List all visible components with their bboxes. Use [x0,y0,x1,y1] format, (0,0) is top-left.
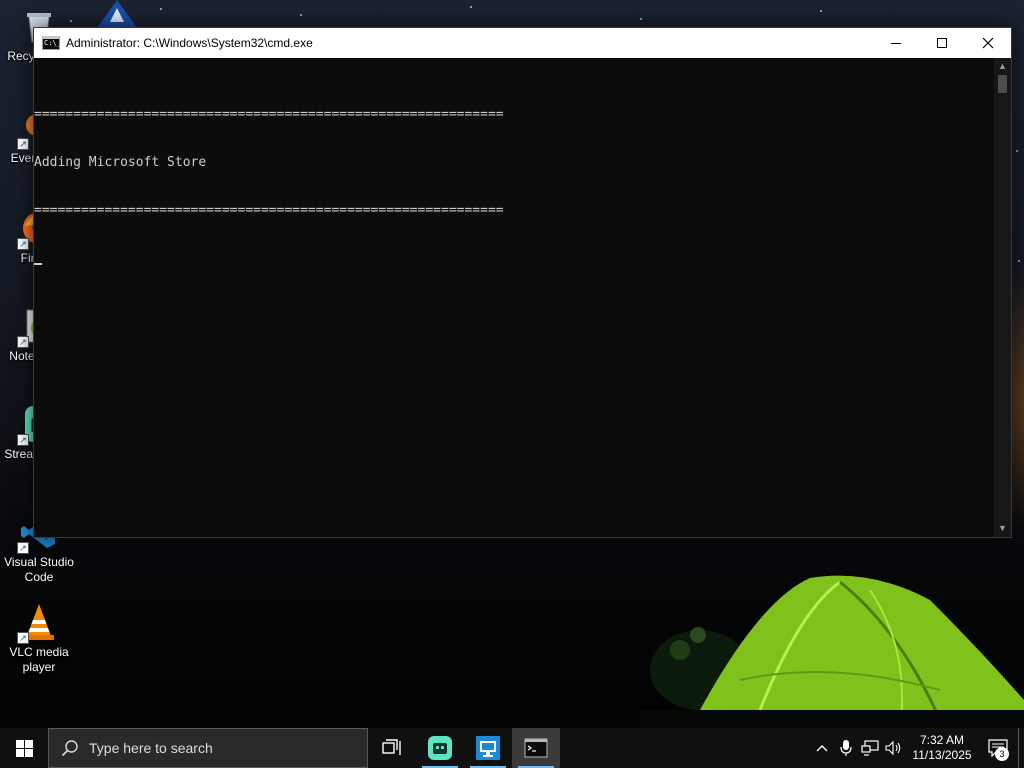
taskbar-stream-deck[interactable] [416,728,464,768]
cmd-icon-text: C:\_ [44,39,61,47]
shortcut-arrow-icon: ↗ [17,138,29,150]
star [300,14,302,16]
star [470,6,472,8]
action-center-button[interactable]: 3 [978,728,1018,768]
scroll-down-arrow-icon[interactable]: ▼ [994,520,1011,537]
vertical-scrollbar[interactable]: ▲ ▼ [994,58,1011,537]
show-hidden-icons-button[interactable] [810,728,834,768]
desktop-icon-vlc[interactable]: ↗ VLC media player [0,602,78,675]
cmd-icon [524,738,548,758]
show-desktop-button[interactable] [1018,728,1024,768]
shortcut-arrow-icon: ↗ [17,336,29,348]
tent-image [640,575,1024,728]
search-input[interactable]: Type here to search [48,728,368,768]
volume-button[interactable] [882,728,906,768]
scrollbar-thumb[interactable] [998,75,1007,93]
desktop-icon-partial[interactable] [92,0,142,28]
shortcut-arrow-icon: ↗ [17,542,29,554]
app-icon [97,0,137,28]
console-line: ========================================… [34,107,504,122]
scroll-up-arrow-icon[interactable]: ▲ [994,58,1011,75]
search-placeholder: Type here to search [89,740,213,756]
volume-icon [885,740,901,756]
microphone-button[interactable] [834,728,858,768]
remote-desktop-icon [476,736,500,760]
chevron-up-icon [816,745,828,752]
start-button[interactable] [0,728,48,768]
desktop-icon-label: VLC media player [9,645,69,674]
close-icon [982,37,994,49]
star [1018,260,1020,262]
cmd-window[interactable]: C:\_ Administrator: C:\Windows\System32\… [33,27,1012,538]
network-icon [861,740,879,756]
desktop-icon-label: Visual Studio Code [4,555,74,584]
window-title: Administrator: C:\Windows\System32\cmd.e… [66,36,313,50]
minimize-button[interactable] [873,28,919,58]
star [820,10,822,12]
notification-count-badge: 3 [995,747,1009,761]
taskbar-remote-desktop[interactable] [464,728,512,768]
vlc-icon: ↗ [17,602,59,644]
clock[interactable]: 7:32 AM 11/13/2025 [906,733,978,763]
taskbar-command-prompt[interactable] [512,728,560,768]
network-button[interactable] [858,728,882,768]
console-line: ========================================… [34,203,504,218]
system-tray: 7:32 AM 11/13/2025 3 [810,728,1024,768]
windows-logo-icon [15,739,33,757]
clock-date: 11/13/2025 [912,748,972,762]
task-view-button[interactable] [368,728,416,768]
text-cursor [34,263,42,265]
close-button[interactable] [965,28,1011,58]
star [160,8,162,10]
task-view-icon [382,739,401,755]
stream-deck-icon [428,736,452,760]
shortcut-arrow-icon: ↗ [17,238,29,250]
cmd-icon[interactable]: C:\_ [42,36,61,50]
search-icon [61,740,78,757]
clock-time: 7:32 AM [919,733,965,747]
minimize-icon [891,42,901,44]
maximize-button[interactable] [919,28,965,58]
shortcut-arrow-icon: ↗ [17,434,29,446]
star [640,18,642,20]
console-output[interactable]: ========================================… [34,58,994,537]
window-titlebar[interactable]: C:\_ Administrator: C:\Windows\System32\… [34,28,1011,58]
shortcut-arrow-icon: ↗ [17,632,29,644]
star [1016,150,1018,152]
microphone-icon [840,740,852,756]
taskbar: Type here to search 7:32 AM 11/13/2025 3 [0,728,1024,768]
maximize-icon [937,38,947,48]
console-line: Adding Microsoft Store [34,155,207,170]
